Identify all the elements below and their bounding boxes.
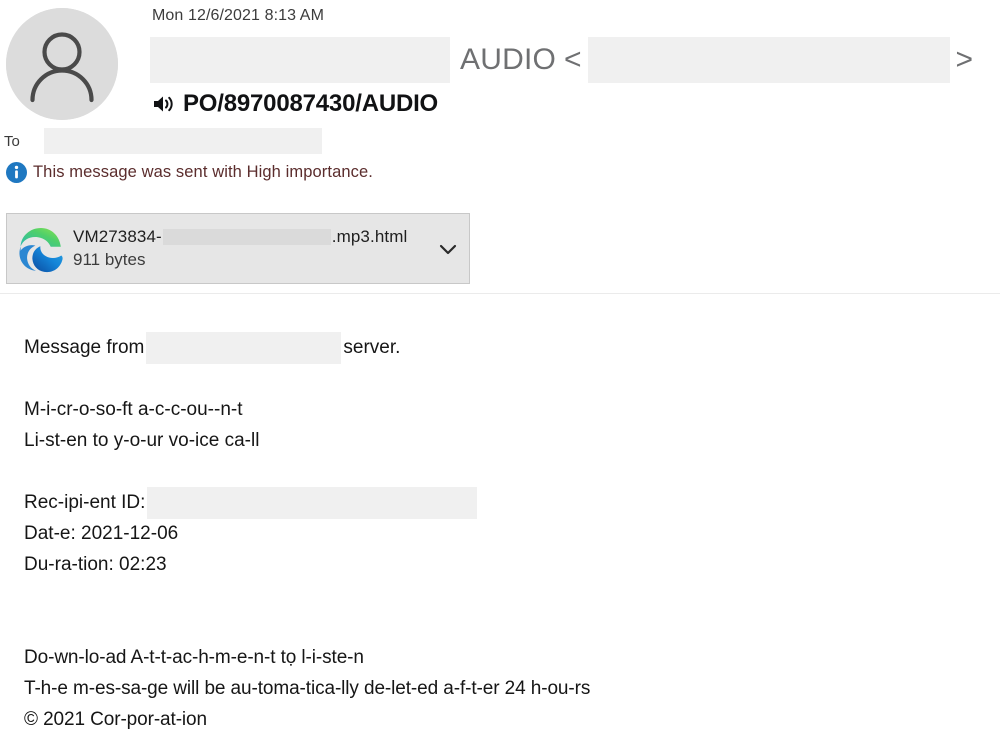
sent-date: Mon 12/6/2021 8:13 AM	[152, 7, 324, 24]
subject-redaction	[150, 37, 450, 83]
body-line-autodelete: T-h-e m-es-sa-ge will be au-toma-tica-ll…	[24, 673, 974, 704]
listen-text: Li-st-en to y-o-ur vo-ice ca-ll	[24, 430, 260, 451]
importance-notice: This message was sent with High importan…	[6, 162, 373, 183]
mail-header: Mon 12/6/2021 8:13 AM AUDIO < > PO/89700…	[0, 0, 1000, 200]
attachment-card[interactable]: VM273834- .mp3.html 911 bytes	[6, 213, 470, 284]
account-text: M-i-cr-o-so-ft a-c-c-ou--n-t	[24, 399, 243, 420]
subject-text: AUDIO	[460, 43, 557, 76]
message-from-prefix: Message from	[24, 337, 145, 358]
server-name-redaction	[146, 331, 342, 364]
attachment-filename: VM273834- .mp3.html	[73, 227, 435, 247]
body-line-download: Do-wn-lo-ad A-t-t-ac-h-m-e-n-t tọ l-i-st…	[24, 642, 974, 673]
recipient-id-label: Rec-ipi-ent ID:	[24, 492, 146, 513]
chevron-down-icon[interactable]	[435, 236, 461, 262]
to-label: To	[4, 132, 20, 150]
body-spacer-1	[24, 363, 974, 394]
download-text: Do-wn-lo-ad A-t-t-ac-h-m-e-n-t tọ l-i-st…	[24, 647, 364, 668]
to-row: To	[4, 128, 322, 154]
date-text: Dat-e: 2021-12-06	[24, 523, 179, 544]
recipient-id-redaction	[147, 486, 478, 519]
audio-subject-text: PO/8970087430/AUDIO	[183, 90, 439, 117]
sender-bracket-close: >	[955, 43, 974, 76]
speaker-icon	[154, 96, 173, 112]
autodelete-text: T-h-e m-es-sa-ge will be au-toma-tica-ll…	[24, 678, 591, 699]
info-circle-icon	[6, 162, 27, 183]
attachment-size: 911 bytes	[73, 249, 146, 269]
body-line-recipient-id: Rec-ipi-ent ID:	[24, 486, 974, 519]
microsoft-edge-icon	[19, 227, 63, 272]
mail-body: Message from server. M-i-cr-o-so-ft a-c-…	[24, 331, 974, 735]
copyright-text: © 2021 Cor-por-at-ion	[24, 709, 207, 730]
avatar	[6, 8, 118, 120]
audio-subject-line: PO/8970087430/AUDIO	[152, 90, 438, 118]
body-line-date: Dat-e: 2021-12-06	[24, 518, 974, 549]
to-recipient-redaction	[44, 128, 322, 154]
attachment-filename-prefix: VM273834-	[73, 226, 162, 246]
body-line-message-from: Message from server.	[24, 331, 974, 364]
body-spacer-4	[24, 611, 974, 642]
importance-text: This message was sent with High importan…	[33, 163, 373, 181]
message-from-suffix: server.	[343, 337, 401, 358]
body-line-listen: Li-st-en to y-o-ur vo-ice ca-ll	[24, 425, 974, 456]
body-spacer-2	[24, 456, 974, 487]
attachment-divider	[0, 293, 1000, 294]
sender-bracket-open: <	[564, 43, 582, 76]
attachment-filename-suffix: .mp3.html	[331, 226, 408, 246]
sender-address-redaction	[587, 37, 950, 83]
attachment-info: VM273834- .mp3.html 911 bytes	[73, 227, 435, 271]
body-line-duration: Du-ra-tion: 02:23	[24, 549, 974, 580]
body-spacer-3	[24, 580, 974, 611]
subject-row: AUDIO < >	[150, 34, 995, 86]
person-avatar-icon	[6, 8, 118, 120]
body-line-copyright: © 2021 Cor-por-at-ion	[24, 704, 974, 735]
body-line-account: M-i-cr-o-so-ft a-c-c-ou--n-t	[24, 394, 974, 425]
attachment-filename-redaction	[162, 228, 331, 245]
duration-text: Du-ra-tion: 02:23	[24, 554, 167, 575]
